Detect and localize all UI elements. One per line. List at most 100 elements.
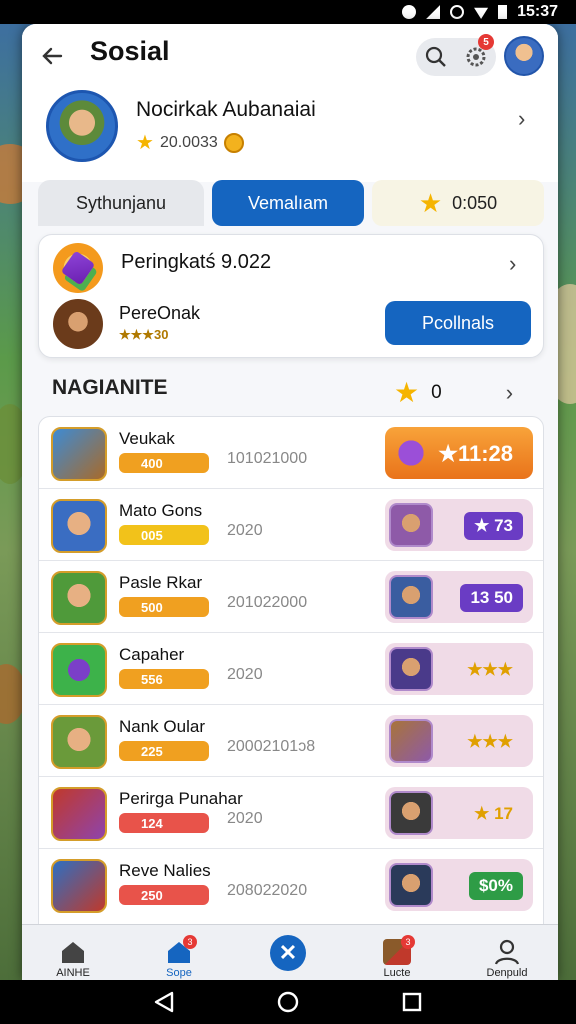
ranking-avatar — [53, 299, 103, 349]
back-button[interactable] — [36, 40, 68, 72]
profile-score: ★ 20.0033 — [136, 130, 244, 155]
reward-value: ★ 73 — [464, 512, 523, 540]
profile-score-value: 20.0033 — [159, 133, 218, 151]
list-item-level: 124 — [119, 813, 209, 833]
list-item[interactable]: Reve Nalies 250 208022020 $0% — [39, 849, 543, 921]
camera-icon — [402, 5, 417, 19]
list-item[interactable]: Veukak 400 101021000 ★11:28 — [39, 417, 543, 489]
reward-badge[interactable]: ★11:28 — [385, 427, 533, 479]
tab-first[interactable]: Sythunjanu — [38, 180, 204, 226]
list-item[interactable]: Perirga Punahar 124 2020 ★ 17 — [39, 777, 543, 849]
user-avatar[interactable] — [504, 36, 544, 76]
nav-profile[interactable]: Denpuld — [462, 929, 552, 979]
list-item-date: 2020 — [227, 810, 263, 827]
list-item-date: 208022020 — [227, 882, 308, 899]
nav-profile-label: Denpuld — [486, 967, 528, 979]
list-item-level: 500 — [119, 597, 209, 617]
list-item-name: Veukak — [119, 429, 175, 448]
player-avatar — [389, 503, 433, 547]
settings-button[interactable]: 5 — [456, 34, 496, 76]
home-circle-icon[interactable] — [276, 990, 300, 1014]
star-icon: ★ — [418, 187, 443, 218]
nav-lucte-label: Lucte — [383, 967, 411, 979]
status-bar: 15:37 — [0, 0, 576, 24]
list-item-date: 2020 — [227, 522, 263, 539]
star-icon: ★ — [394, 377, 420, 408]
list-item[interactable]: Capaher 556 2020 ★★★ — [39, 633, 543, 705]
list-item-level: 400 — [119, 453, 209, 473]
close-button[interactable]: ✕ — [270, 935, 306, 971]
list-item[interactable]: Nank Oular 225 20002101ↄ8 ★★★ — [39, 705, 543, 777]
wifi-icon — [474, 7, 489, 19]
list-item-level: 556 — [119, 669, 209, 689]
tab-third[interactable]: ★ 0:050 — [372, 180, 544, 226]
page-title: Sosial — [90, 36, 170, 66]
chevron-right-icon: › — [505, 379, 514, 405]
back-triangle-icon[interactable] — [152, 990, 176, 1014]
reward-badge[interactable]: ★★★ — [385, 715, 533, 767]
list-item[interactable]: Mato Gons 005 2020 ★ 73 — [39, 489, 543, 561]
reward-stars: ★★★ — [467, 732, 513, 751]
home-icon: 3 — [165, 935, 197, 965]
section-count-value: 0 — [431, 381, 442, 403]
section-title: NAGIANITE — [52, 376, 168, 399]
reward-badge[interactable]: ★★★ — [385, 643, 533, 695]
tab-bar: Sythunjanu Vemalıam ★ 0:050 — [38, 180, 544, 226]
list-item-date: 201022000 — [227, 594, 308, 611]
coin-icon — [223, 132, 244, 153]
tab-second[interactable]: Vemalıam — [212, 180, 364, 226]
list-item-name: Mato Gons — [119, 501, 203, 520]
reward-stars: ★★★ — [467, 660, 513, 679]
portal-icon — [51, 643, 107, 697]
chevron-right-icon: › — [518, 106, 526, 131]
nav-home-label: AINHE — [56, 967, 90, 979]
nav-shop[interactable]: 3 Sope — [134, 929, 224, 979]
system-nav-bar — [0, 980, 576, 1024]
list-item[interactable]: Pasle Rkar 500 201022000 13 50 — [39, 561, 543, 633]
list-item-name: Perirga Punahar — [119, 789, 243, 808]
list-item-name: Reve Nalies — [119, 861, 211, 880]
list-item-name: Capaher — [119, 645, 185, 664]
gem-icon — [389, 431, 433, 475]
reward-badge[interactable]: 13 50 — [385, 571, 533, 623]
search-icon — [425, 46, 446, 67]
list-item-level: 250 — [119, 885, 209, 905]
battery-icon — [498, 5, 508, 19]
clock: 15:37 — [517, 3, 558, 20]
player-avatar — [389, 863, 433, 907]
home-icon — [62, 942, 84, 963]
primary-action-button[interactable]: Pcollnals — [385, 301, 531, 345]
bottom-nav: AINHE 3 Sope ✕ 3 Lucte Denpuld — [22, 924, 558, 980]
list-item-date: 20002101ↄ8 — [227, 738, 316, 755]
player-avatar — [51, 499, 107, 553]
reward-value: $0% — [468, 872, 523, 900]
reward-badge[interactable]: ★ 73 — [385, 499, 533, 551]
badge-icon — [51, 859, 107, 913]
player-avatar — [389, 647, 433, 691]
profile-avatar — [46, 90, 118, 162]
reward-value: ★11:28 — [438, 441, 513, 466]
profile-header[interactable]: Nocirkak Aubanaiai ★ 20.0033 › — [22, 86, 558, 182]
player-avatar — [51, 571, 107, 625]
toolbar-pill: 5 — [416, 34, 496, 76]
chevron-right-icon[interactable]: › — [509, 251, 516, 277]
list-item-level: 225 — [119, 741, 209, 761]
reward-badge[interactable]: $0% — [385, 859, 533, 911]
ranking-player-name: PereOnak — [119, 303, 201, 323]
section-count[interactable]: ★ 0 › — [394, 376, 513, 409]
nav-lucte[interactable]: 3 Lucte — [352, 929, 442, 979]
player-avatar — [51, 715, 107, 769]
ranking-title: Peringkatś 9.022 — [121, 251, 272, 273]
player-avatar — [389, 575, 433, 619]
search-button[interactable] — [416, 38, 456, 76]
nav-badge: 3 — [183, 935, 197, 949]
signal-icon — [426, 5, 441, 19]
star-icon: ★ — [136, 132, 154, 154]
nav-home[interactable]: AINHE — [28, 929, 118, 979]
list-item-name: Pasle Rkar — [119, 573, 203, 592]
list-item-date: 101021000 — [227, 450, 308, 467]
reward-badge[interactable]: ★ 17 — [385, 787, 533, 839]
reward-value: ★ 17 — [474, 804, 513, 823]
recents-square-icon[interactable] — [400, 990, 424, 1014]
player-avatar — [389, 791, 433, 835]
